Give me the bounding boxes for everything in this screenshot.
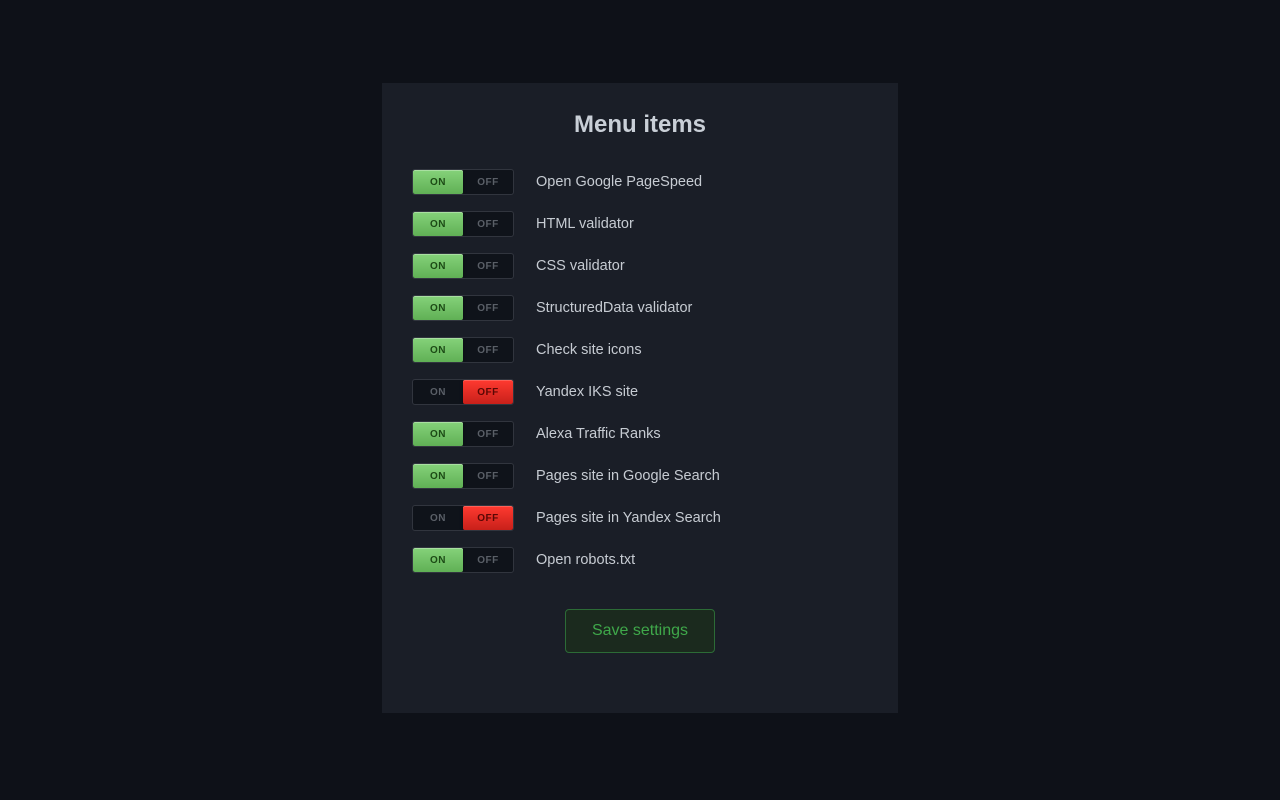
- toggle-pages-yandex-search[interactable]: ON OFF: [412, 505, 514, 531]
- menu-item-label: Alexa Traffic Ranks: [536, 426, 661, 442]
- toggle-open-google-pagespeed[interactable]: ON OFF: [412, 169, 514, 195]
- toggle-pages-google-search[interactable]: ON OFF: [412, 463, 514, 489]
- toggle-on[interactable]: ON: [413, 548, 463, 572]
- toggle-off[interactable]: OFF: [463, 338, 513, 362]
- toggle-on[interactable]: ON: [413, 380, 463, 404]
- toggle-structureddata-validator[interactable]: ON OFF: [412, 295, 514, 321]
- menu-item-row: ON OFF Open Google PageSpeed: [412, 169, 874, 195]
- toggle-off[interactable]: OFF: [463, 212, 513, 236]
- toggle-on[interactable]: ON: [413, 296, 463, 320]
- menu-item-label: Open Google PageSpeed: [536, 174, 702, 190]
- toggle-off[interactable]: OFF: [463, 380, 513, 404]
- menu-item-row: ON OFF CSS validator: [412, 253, 874, 279]
- menu-item-row: ON OFF Pages site in Google Search: [412, 463, 874, 489]
- menu-item-label: Pages site in Google Search: [536, 468, 720, 484]
- toggle-on[interactable]: ON: [413, 212, 463, 236]
- menu-item-label: Open robots.txt: [536, 552, 635, 568]
- toggle-open-robots-txt[interactable]: ON OFF: [412, 547, 514, 573]
- toggle-on[interactable]: ON: [413, 422, 463, 446]
- save-settings-button[interactable]: Save settings: [565, 609, 715, 653]
- toggle-off[interactable]: OFF: [463, 254, 513, 278]
- toggle-on[interactable]: ON: [413, 254, 463, 278]
- menu-item-row: ON OFF HTML validator: [412, 211, 874, 237]
- toggle-off[interactable]: OFF: [463, 422, 513, 446]
- save-button-wrap: Save settings: [406, 609, 874, 653]
- menu-item-row: ON OFF Yandex IKS site: [412, 379, 874, 405]
- panel-title: Menu items: [406, 111, 874, 139]
- toggle-on[interactable]: ON: [413, 464, 463, 488]
- toggle-off[interactable]: OFF: [463, 464, 513, 488]
- toggle-off[interactable]: OFF: [463, 170, 513, 194]
- toggle-yandex-iks-site[interactable]: ON OFF: [412, 379, 514, 405]
- toggle-css-validator[interactable]: ON OFF: [412, 253, 514, 279]
- toggle-alexa-traffic-ranks[interactable]: ON OFF: [412, 421, 514, 447]
- toggle-off[interactable]: OFF: [463, 548, 513, 572]
- settings-panel: Menu items ON OFF Open Google PageSpeed …: [382, 83, 898, 713]
- toggle-off[interactable]: OFF: [463, 506, 513, 530]
- toggle-on[interactable]: ON: [413, 170, 463, 194]
- menu-item-row: ON OFF Pages site in Yandex Search: [412, 505, 874, 531]
- menu-item-label: Yandex IKS site: [536, 384, 638, 400]
- menu-item-row: ON OFF StructuredData validator: [412, 295, 874, 321]
- menu-item-label: StructuredData validator: [536, 300, 692, 316]
- menu-item-label: HTML validator: [536, 216, 634, 232]
- menu-items-list: ON OFF Open Google PageSpeed ON OFF HTML…: [406, 169, 874, 573]
- toggle-on[interactable]: ON: [413, 338, 463, 362]
- toggle-check-site-icons[interactable]: ON OFF: [412, 337, 514, 363]
- toggle-off[interactable]: OFF: [463, 296, 513, 320]
- menu-item-label: Check site icons: [536, 342, 642, 358]
- menu-item-label: CSS validator: [536, 258, 625, 274]
- toggle-html-validator[interactable]: ON OFF: [412, 211, 514, 237]
- menu-item-label: Pages site in Yandex Search: [536, 510, 721, 526]
- toggle-on[interactable]: ON: [413, 506, 463, 530]
- menu-item-row: ON OFF Check site icons: [412, 337, 874, 363]
- menu-item-row: ON OFF Open robots.txt: [412, 547, 874, 573]
- menu-item-row: ON OFF Alexa Traffic Ranks: [412, 421, 874, 447]
